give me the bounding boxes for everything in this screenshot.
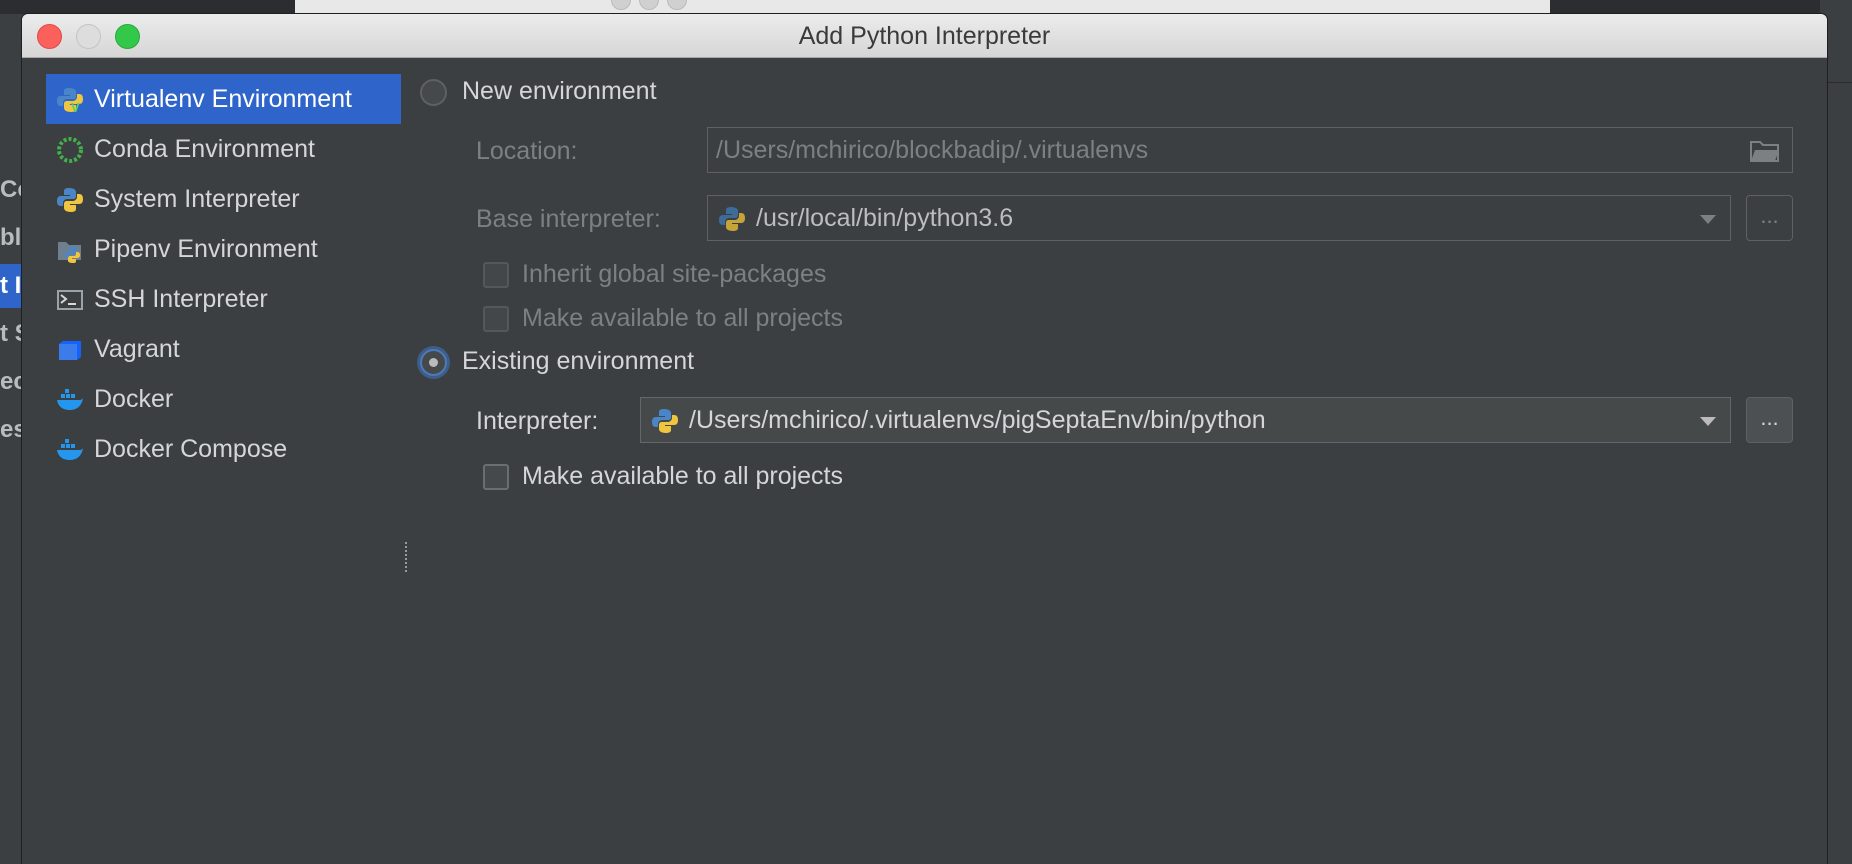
existing-environment-label: Existing environment <box>462 347 695 375</box>
dialog-titlebar: Add Python Interpreter <box>22 14 1827 58</box>
background-window-titlebar <box>295 0 1550 15</box>
virtualenv-icon: V <box>57 88 83 114</box>
sidebar-item-label: SSH Interpreter <box>94 285 268 313</box>
python-icon <box>719 207 745 231</box>
sidebar-item-label: Docker <box>94 385 174 413</box>
sidebar-item-label: Docker Compose <box>94 435 288 463</box>
python-icon <box>652 409 678 433</box>
background-text: t S <box>0 320 24 347</box>
new-environment-radio[interactable] <box>420 79 447 106</box>
vagrant-icon <box>59 341 81 360</box>
dialog-title: Add Python Interpreter <box>798 22 1051 50</box>
sidebar-item-conda[interactable]: Conda Environment <box>46 124 401 174</box>
svg-text:V: V <box>71 100 80 114</box>
sidebar-item-docker-compose[interactable]: Docker Compose <box>46 424 401 474</box>
interpreter-combo[interactable]: /Users/mchirico/.virtualenvs/pigSeptaEnv… <box>640 397 1731 443</box>
sidebar-item-pipenv[interactable]: Pipenv Environment <box>46 224 401 274</box>
sidebar-item-label: Pipenv Environment <box>94 235 318 263</box>
python-icon <box>57 188 83 212</box>
folder-icon[interactable] <box>1750 139 1780 163</box>
base-interpreter-value: /usr/local/bin/python3.6 <box>756 204 1014 232</box>
sidebar-item-docker[interactable]: Docker <box>46 374 401 424</box>
base-interpreter-browse-button[interactable]: ... <box>1746 195 1793 241</box>
sidebar-item-label: Virtualenv Environment <box>94 85 353 113</box>
interpreter-value: /Users/mchirico/.virtualenvs/pigSeptaEnv… <box>689 406 1266 434</box>
sidebar-item-label: Vagrant <box>94 335 180 363</box>
panel-splitter-handle[interactable] <box>405 542 410 572</box>
background-text: es <box>0 416 24 443</box>
docker-compose-icon <box>57 439 83 460</box>
new-env-make-available-label: Make available to all projects <box>522 304 843 332</box>
sidebar-item-ssh[interactable]: SSH Interpreter <box>46 274 401 324</box>
terminal-icon <box>57 290 83 310</box>
chevron-down-icon <box>1700 215 1716 224</box>
background-text: Co <box>0 176 24 203</box>
sidebar-item-virtualenv[interactable]: V Virtualenv Environment <box>46 74 401 124</box>
sidebar-item-label: Conda Environment <box>94 135 315 163</box>
chevron-down-icon <box>1700 417 1716 426</box>
inherit-site-packages-checkbox[interactable] <box>483 262 509 288</box>
interpreter-type-list: V Virtualenv Environment Conda Environme… <box>46 74 401 474</box>
docker-icon <box>57 389 83 410</box>
sidebar-item-label: System Interpreter <box>94 185 300 213</box>
background-text: ec <box>0 368 24 395</box>
inherit-site-packages-label: Inherit global site-packages <box>522 260 827 288</box>
background-text: bl <box>0 224 22 251</box>
sidebar-item-system[interactable]: System Interpreter <box>46 174 401 224</box>
location-value: /Users/mchirico/blockbadip/.virtualenvs <box>716 136 1149 164</box>
interpreter-browse-button[interactable]: ... <box>1746 397 1793 443</box>
interpreter-label: Interpreter: <box>476 407 599 435</box>
base-interpreter-label: Base interpreter: <box>476 205 661 233</box>
pipenv-icon <box>58 242 81 263</box>
base-interpreter-combo[interactable]: /usr/local/bin/python3.6 <box>707 195 1731 241</box>
background-window-buttons <box>611 0 695 15</box>
conda-icon <box>57 137 83 163</box>
sidebar-item-vagrant[interactable]: Vagrant <box>46 324 401 374</box>
existing-env-make-available-checkbox[interactable] <box>483 464 509 490</box>
add-python-interpreter-dialog: Add Python Interpreter V Virtualenv Envi… <box>22 14 1827 864</box>
existing-environment-radio[interactable] <box>420 349 447 376</box>
location-label: Location: <box>476 137 578 165</box>
background-left-panel: Co bl t I t S ec es <box>0 14 24 864</box>
location-field[interactable]: /Users/mchirico/blockbadip/.virtualenvs <box>707 127 1793 173</box>
existing-env-make-available-label: Make available to all projects <box>522 462 843 490</box>
new-environment-label: New environment <box>462 77 657 105</box>
background-text: t I <box>0 272 22 299</box>
new-env-make-available-checkbox[interactable] <box>483 306 509 332</box>
